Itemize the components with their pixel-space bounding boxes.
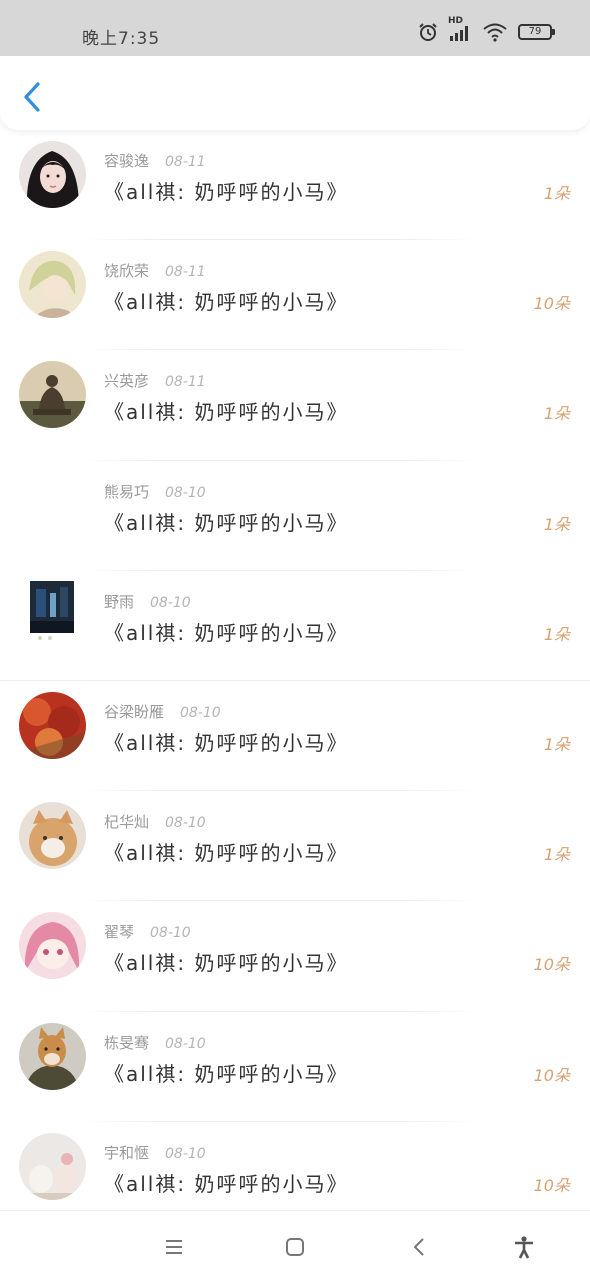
gift-date: 08-10 <box>150 925 191 942</box>
accessibility-icon <box>515 1236 533 1259</box>
list-item[interactable]: 翟琴 08-10 《all祺: 奶呼呼的小马》 10朵 <box>0 901 590 1012</box>
signal-icon: HD <box>448 16 472 42</box>
user-name: 野雨 <box>104 592 135 611</box>
avatar <box>19 472 86 539</box>
avatar <box>19 802 86 870</box>
back-triangle-icon <box>413 1238 424 1256</box>
wifi-icon <box>482 22 508 42</box>
flower-count: 10朵 <box>533 1065 570 1085</box>
book-title: 《all祺: 奶呼呼的小马》 <box>104 951 349 976</box>
flower-count: 1朵 <box>543 514 570 534</box>
avatar <box>19 1132 86 1200</box>
list-item[interactable]: 杞华灿 08-10 《all祺: 奶呼呼的小马》 1朵 <box>0 791 590 902</box>
system-back-button[interactable] <box>405 1233 433 1261</box>
gift-date: 08-10 <box>150 594 191 611</box>
book-title: 《all祺: 奶呼呼的小马》 <box>104 510 349 535</box>
battery-icon: 79 <box>518 24 555 40</box>
book-title: 《all祺: 奶呼呼的小马》 <box>104 841 349 866</box>
flower-count: 1朵 <box>543 184 570 203</box>
list-item[interactable]: 兴英彦 08-11 《all祺: 奶呼呼的小马》 1朵 <box>0 350 590 461</box>
avatar <box>19 251 86 319</box>
book-title: 《all祺: 奶呼呼的小马》 <box>104 620 349 645</box>
gift-date: 08-10 <box>165 484 206 501</box>
system-nav-bar <box>0 1210 590 1280</box>
avatar <box>19 361 86 429</box>
status-icons: HD 79 <box>418 16 555 42</box>
book-title: 《all祺: 奶呼呼的小马》 <box>104 400 349 425</box>
avatar <box>19 141 86 208</box>
gift-date: 08-11 <box>165 264 206 281</box>
list-item[interactable]: 饶欣荣 08-11 《all祺: 奶呼呼的小马》 10朵 <box>0 240 590 351</box>
book-title: 《all祺: 奶呼呼的小马》 <box>104 730 349 755</box>
book-title: 《all祺: 奶呼呼的小马》 <box>104 290 349 315</box>
list-item[interactable]: 熊易巧 08-10 《all祺: 奶呼呼的小马》 1朵 <box>0 461 590 571</box>
status-bar: 晚上7:35 HD 79 <box>0 0 590 56</box>
gift-date: 08-10 <box>165 1145 206 1162</box>
user-name: 饶欣荣 <box>104 262 150 281</box>
accessibility-button[interactable] <box>510 1233 538 1261</box>
gift-date: 08-10 <box>165 1035 206 1052</box>
avatar <box>19 912 86 980</box>
flower-count: 1朵 <box>543 404 570 424</box>
gift-date: 08-10 <box>165 815 206 832</box>
network-label: HD <box>448 16 464 26</box>
list-item[interactable]: 容骏逸 08-11 《all祺: 奶呼呼的小马》 1朵 <box>0 130 590 241</box>
flower-count: 10朵 <box>533 294 570 314</box>
flower-count: 1朵 <box>543 845 570 865</box>
back-button[interactable] <box>18 80 48 114</box>
menu-icon <box>166 1240 182 1254</box>
flower-count: 1朵 <box>543 624 570 644</box>
gift-date: 08-10 <box>180 704 221 721</box>
avatar <box>19 1022 86 1090</box>
user-name: 容骏逸 <box>104 152 150 170</box>
user-name: 兴英彦 <box>104 372 150 391</box>
list-item[interactable]: 谷梁盼雁 08-10 《all祺: 奶呼呼的小马》 1朵 <box>0 681 590 792</box>
user-name: 宇和惬 <box>104 1143 150 1162</box>
chevron-left-icon <box>24 82 40 112</box>
home-button[interactable] <box>281 1233 309 1261</box>
menu-button[interactable] <box>160 1233 188 1261</box>
status-time: 晚上7:35 <box>82 29 161 49</box>
user-name: 翟琴 <box>104 923 135 942</box>
gift-list: 容骏逸 08-11 《all祺: 奶呼呼的小马》 1朵 饶欣荣 08-11 《all… <box>0 130 590 1210</box>
flower-count: 10朵 <box>533 1175 570 1195</box>
book-title: 《all祺: 奶呼呼的小马》 <box>104 1171 349 1196</box>
avatar <box>30 580 74 641</box>
user-name: 杞华灿 <box>104 813 150 832</box>
alarm-icon <box>418 22 438 42</box>
header <box>0 56 590 130</box>
list-item[interactable]: 野雨 08-10 《all祺: 奶呼呼的小马》 1朵 <box>0 571 590 681</box>
book-title: 《all祺: 奶呼呼的小马》 <box>104 180 349 204</box>
home-square-icon <box>286 1238 304 1256</box>
user-name: 熊易巧 <box>104 482 150 501</box>
user-name: 栋旻骞 <box>104 1033 150 1052</box>
flower-count: 1朵 <box>543 734 570 754</box>
list-item[interactable]: 栋旻骞 08-10 《all祺: 奶呼呼的小马》 10朵 <box>0 1012 590 1122</box>
list-item[interactable]: 宇和惬 08-10 《all祺: 奶呼呼的小马》 10朵 <box>0 1122 590 1210</box>
gift-date: 08-11 <box>165 374 206 391</box>
flower-count: 10朵 <box>533 955 570 975</box>
avatar <box>19 691 86 759</box>
gift-date: 08-11 <box>165 154 206 170</box>
book-title: 《all祺: 奶呼呼的小马》 <box>104 1061 349 1086</box>
user-name: 谷梁盼雁 <box>104 702 165 721</box>
